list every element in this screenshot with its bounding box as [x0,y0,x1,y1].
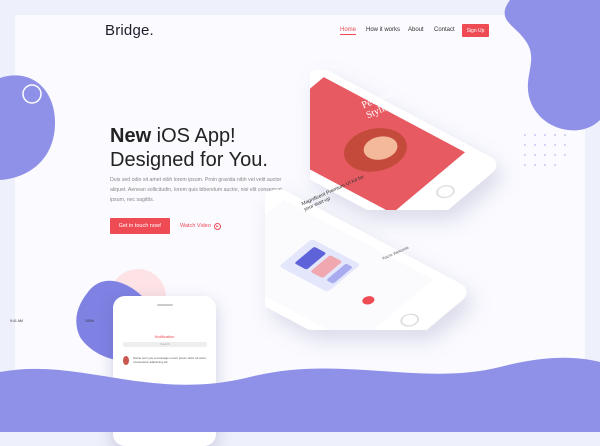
hero-description: Duis sed odio sit amet nibh lorem ipsum.… [110,177,282,203]
phone-speaker [157,304,173,306]
blob-left [0,75,55,180]
nav-contact[interactable]: Contact [434,27,455,33]
nav-about[interactable]: About [408,27,424,33]
nav-link-about[interactable]: About [408,27,424,33]
hero-title-bold: New [110,125,152,147]
status-battery: 100% [85,319,94,323]
nav-home[interactable]: Home [340,27,357,35]
nav-link-contact[interactable]: Contact [434,27,455,33]
status-time: 9:41 AM [10,319,23,323]
play-icon: ▶ [213,222,221,230]
nav-link-home[interactable]: Home [340,27,357,35]
hero-title-rest: iOS App! [151,125,236,147]
signup-button[interactable]: Sign Up [462,24,489,37]
get-in-touch-button[interactable]: Get in touch now! [110,218,170,234]
phone-status-bar: 9:41 AM 100% [10,319,94,323]
watch-video-label: Watch Video [180,223,211,229]
watch-video-link[interactable]: Watch Video ▶ [180,218,221,234]
phone-premium [265,189,467,330]
nav-how-it-works[interactable]: How it works [366,27,400,33]
brand-logo[interactable]: Bridge. [105,22,154,39]
bottom-wave [0,357,600,432]
nav-link-how-it-works[interactable]: How it works [366,27,400,33]
